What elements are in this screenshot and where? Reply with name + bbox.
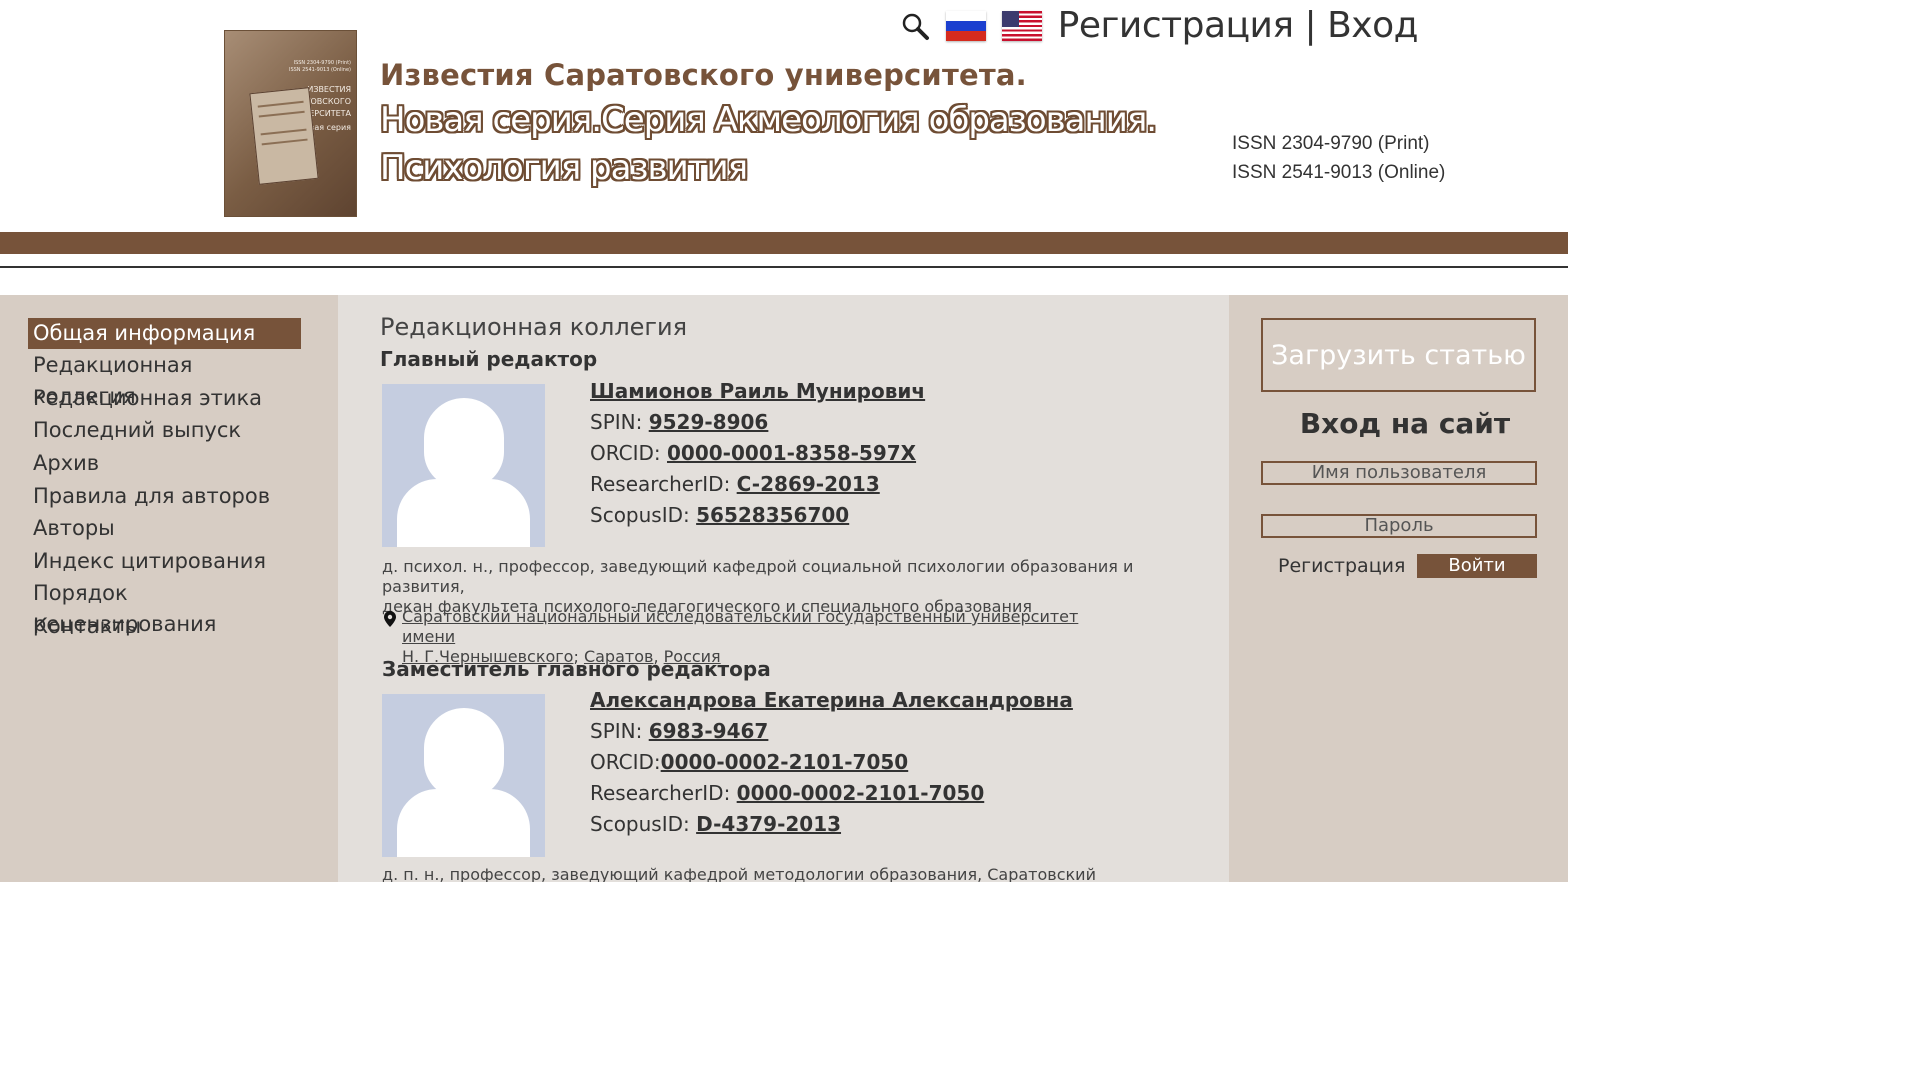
deputy-description: д. п. н., профессор, заведующий кафедрой… [382, 865, 1096, 882]
journal-title-line3: Психология развития [380, 148, 748, 188]
deputy-orcid-link[interactable]: 0000-0002-2101-7050 [661, 750, 909, 774]
russian-flag-icon[interactable] [945, 10, 986, 41]
register-login-link[interactable]: Регистрация | Вход [1058, 5, 1419, 46]
main-content: Редакционная коллегия Главный редактор Ш… [338, 295, 1229, 882]
deputy-spin: SPIN: 6983-9467 [590, 719, 769, 743]
header-brown-band [0, 232, 1568, 254]
deputy-spin-link[interactable]: 6983-9467 [649, 719, 769, 743]
sidebar-item-latest-issue[interactable]: Последний выпуск [28, 415, 301, 446]
deputy-editor-name-link[interactable]: Александрова Екатерина Александровна [590, 688, 1073, 712]
avatar [382, 694, 545, 857]
deputy-researcherid-link[interactable]: 0000-0002-2101-7050 [737, 781, 985, 805]
sidebar-item-editorial-ethics[interactable]: Редакционная этика [28, 383, 301, 414]
upload-article-button[interactable]: Загрузить статью [1261, 318, 1536, 392]
sidebar-item-archive[interactable]: Архив [28, 448, 301, 479]
chief-editor-heading: Главный редактор [380, 347, 598, 371]
chief-spin: SPIN: 9529-8906 [590, 410, 769, 434]
sidebar-item-general-info[interactable]: Общая информация [28, 318, 301, 349]
cover-inner-book [249, 87, 319, 185]
page-title: Редакционная коллегия [380, 313, 688, 341]
register-link[interactable]: Регистрация [1278, 555, 1405, 577]
username-field[interactable]: Имя пользователя [1261, 461, 1537, 485]
header-divider [0, 266, 1568, 268]
top-bar: Регистрация | Вход [900, 5, 1419, 46]
sidebar-item-citation-index[interactable]: Индекс цитирования [28, 546, 301, 577]
journal-cover[interactable]: ISSN 2304-9790 (Print) ISSN 2541-9013 (O… [224, 30, 357, 217]
chief-researcherid: ResearcherID: C-2869-2013 [590, 472, 880, 496]
sidebar-item-editorial-board[interactable]: Редакционная коллегия [28, 350, 301, 408]
chief-editor-name-link[interactable]: Шамионов Раиль Мунирович [590, 379, 925, 403]
sidebar-item-review-procedure[interactable]: Порядок рецензирования [28, 578, 301, 636]
chief-orcid: ORCID: 0000-0001-8358-597X [590, 441, 917, 465]
chief-scopusid: ScopusID: 56528356700 [590, 503, 850, 527]
avatar [382, 384, 545, 547]
chief-researcherid-link[interactable]: C-2869-2013 [737, 472, 880, 496]
us-flag-icon[interactable] [1001, 10, 1042, 41]
journal-title-line2: Новая серия.Серия Акмеология образования… [380, 100, 1157, 140]
location-pin-icon [384, 611, 396, 627]
sidebar-item-contacts[interactable]: Контакты [28, 611, 301, 642]
affiliation-org-link[interactable]: Саратовский национальный исследовательск… [402, 607, 1078, 646]
deputy-researcherid: ResearcherID: 0000-0002-2101-7050 [590, 781, 985, 805]
issn-online: ISSN 2541-9013 (Online) [1232, 162, 1446, 183]
deputy-editor-heading: Заместитель главного редактора [382, 657, 771, 681]
login-heading: Вход на сайт [1299, 407, 1511, 440]
right-sidebar: Загрузить статью Вход на сайт Имя пользо… [1229, 295, 1568, 882]
deputy-orcid: ORCID:0000-0002-2101-7050 [590, 750, 909, 774]
chief-spin-link[interactable]: 9529-8906 [649, 410, 769, 434]
sidebar-item-author-guidelines[interactable]: Правила для авторов [28, 481, 301, 512]
chief-orcid-link[interactable]: 0000-0001-8358-597X [667, 441, 916, 465]
login-button[interactable]: Войти [1417, 554, 1537, 578]
sidebar-item-authors[interactable]: Авторы [28, 513, 301, 544]
password-field[interactable]: Пароль [1261, 514, 1537, 538]
sidebar: Общая информация Редакционная коллегия Р… [0, 295, 338, 882]
deputy-scopusid-link[interactable]: D-4379-2013 [696, 812, 841, 836]
journal-title-line1: Известия Саратовского университета. [380, 58, 1027, 92]
search-icon[interactable] [900, 11, 930, 41]
chief-scopusid-link[interactable]: 56528356700 [696, 503, 849, 527]
deputy-scopusid: ScopusID: D-4379-2013 [590, 812, 842, 836]
issn-print: ISSN 2304-9790 (Print) [1232, 133, 1430, 154]
